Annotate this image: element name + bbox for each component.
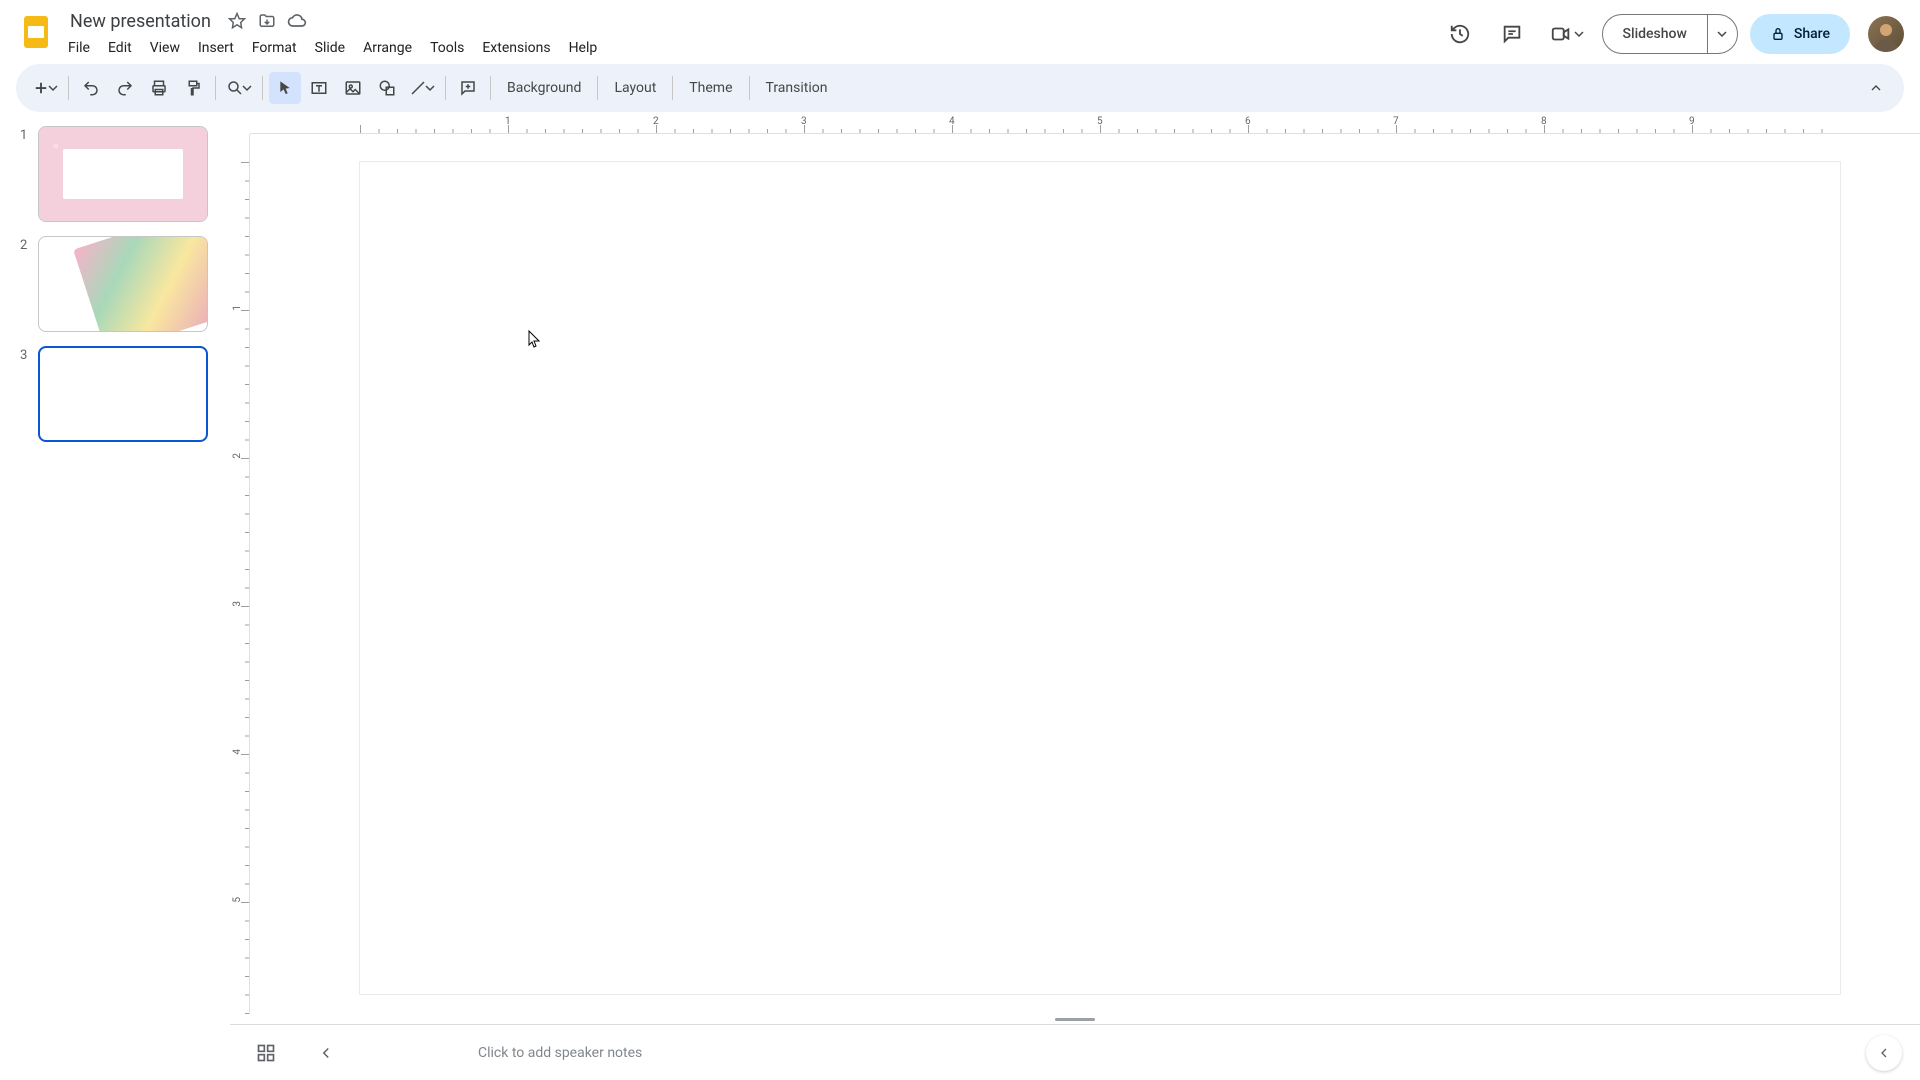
ruler-label: 5 — [1097, 116, 1103, 127]
slideshow-button[interactable]: Slideshow — [1603, 15, 1707, 53]
ruler-label: 2 — [232, 453, 243, 459]
collapse-filmstrip-button[interactable] — [308, 1035, 344, 1071]
comment-tool[interactable] — [452, 72, 484, 104]
collapse-toolbar-button[interactable] — [1860, 72, 1892, 104]
filmstrip[interactable]: 1 2 3 — [0, 114, 230, 1080]
separator — [597, 76, 598, 100]
shape-tool[interactable] — [371, 72, 403, 104]
share-button[interactable]: Share — [1750, 14, 1850, 54]
slide-thumbnail-row: 3 — [20, 346, 218, 442]
notes-bar: Click to add speaker notes — [230, 1024, 1920, 1080]
menu-bar: File Edit View Insert Format Slide Arran… — [60, 34, 1440, 62]
redo-button[interactable] — [109, 72, 141, 104]
account-avatar[interactable] — [1868, 16, 1904, 52]
ruler-label: 3 — [232, 601, 243, 607]
separator — [749, 76, 750, 100]
chevron-down-icon — [1574, 29, 1584, 39]
menu-help[interactable]: Help — [561, 36, 606, 60]
slide-number: 1 — [20, 126, 38, 143]
speaker-notes-input[interactable]: Click to add speaker notes — [478, 1045, 642, 1061]
slide-canvas[interactable] — [360, 162, 1840, 994]
menu-file[interactable]: File — [60, 36, 98, 60]
image-tool[interactable] — [337, 72, 369, 104]
slide-thumbnail-3[interactable] — [38, 346, 208, 442]
slide-number: 3 — [20, 346, 38, 363]
notes-resize-handle[interactable] — [230, 1014, 1920, 1024]
undo-button[interactable] — [75, 72, 107, 104]
slideshow-group: Slideshow — [1602, 14, 1738, 54]
menu-tools[interactable]: Tools — [422, 36, 472, 60]
slide-thumbnail-row: 2 — [20, 236, 218, 332]
separator — [262, 76, 263, 100]
chevron-down-icon — [48, 83, 58, 93]
select-tool[interactable] — [269, 72, 301, 104]
zoom-button[interactable] — [222, 72, 256, 104]
cloud-status-icon[interactable] — [287, 11, 307, 31]
header: New presentation File Edit View Insert F… — [0, 0, 1920, 64]
paint-format-button[interactable] — [177, 72, 209, 104]
body: 1 2 3 1 2 3 4 5 6 7 — [0, 114, 1920, 1080]
ruler-label: 3 — [801, 116, 807, 127]
share-label: Share — [1794, 26, 1830, 42]
separator — [672, 76, 673, 100]
chevron-down-icon — [425, 83, 435, 93]
explore-button[interactable] — [1866, 1035, 1902, 1071]
chevron-down-icon — [1717, 29, 1727, 39]
lock-icon — [1770, 26, 1786, 42]
toolbar: Background Layout Theme Transition — [16, 64, 1904, 112]
transition-button[interactable]: Transition — [756, 74, 838, 102]
ruler-label: 6 — [1245, 116, 1251, 127]
horizontal-ruler[interactable]: 1 2 3 4 5 6 7 8 9 — [250, 114, 1920, 134]
slide-thumbnail-row: 1 — [20, 126, 218, 222]
line-tool[interactable] — [405, 72, 439, 104]
menu-format[interactable]: Format — [244, 36, 305, 60]
app-logo-icon[interactable] — [16, 12, 56, 52]
theme-button[interactable]: Theme — [679, 74, 742, 102]
header-right: Slideshow Share — [1440, 14, 1904, 54]
move-icon[interactable] — [257, 11, 277, 31]
star-icon[interactable] — [227, 11, 247, 31]
ruler-label: 7 — [1393, 116, 1399, 127]
meet-button[interactable] — [1544, 14, 1590, 54]
canvas-area[interactable] — [250, 134, 1920, 1014]
separator — [490, 76, 491, 100]
ruler-label: 9 — [1689, 116, 1695, 127]
title-area: New presentation File Edit View Insert F… — [64, 8, 1440, 62]
separator — [68, 76, 69, 100]
slide-thumbnail-1[interactable] — [38, 126, 208, 222]
ruler-label: 4 — [232, 749, 243, 755]
ruler-label: 5 — [232, 897, 243, 903]
background-button[interactable]: Background — [497, 74, 591, 102]
textbox-tool[interactable] — [303, 72, 335, 104]
menu-edit[interactable]: Edit — [100, 36, 140, 60]
ruler-label: 2 — [653, 116, 659, 127]
menu-extensions[interactable]: Extensions — [474, 36, 558, 60]
menu-arrange[interactable]: Arrange — [355, 36, 420, 60]
ruler-label: 1 — [505, 116, 511, 127]
separator — [215, 76, 216, 100]
slide-number: 2 — [20, 236, 38, 253]
print-button[interactable] — [143, 72, 175, 104]
menu-slide[interactable]: Slide — [307, 36, 353, 60]
comments-icon[interactable] — [1492, 14, 1532, 54]
document-title[interactable]: New presentation — [64, 9, 217, 34]
menu-insert[interactable]: Insert — [190, 36, 242, 60]
layout-button[interactable]: Layout — [604, 74, 666, 102]
ruler-label: 1 — [232, 305, 243, 311]
grid-view-button[interactable] — [248, 1035, 284, 1071]
history-icon[interactable] — [1440, 14, 1480, 54]
ruler-label: 4 — [949, 116, 955, 127]
separator — [445, 76, 446, 100]
new-slide-button[interactable] — [28, 72, 62, 104]
menu-view[interactable]: View — [142, 36, 188, 60]
chevron-down-icon — [242, 83, 252, 93]
ruler-label: 8 — [1541, 116, 1547, 127]
vertical-ruler[interactable]: 1 2 3 4 5 — [230, 134, 250, 1014]
slide-thumbnail-2[interactable] — [38, 236, 208, 332]
editor: 1 2 3 4 5 6 7 8 9 1 2 3 4 5 — [230, 114, 1920, 1080]
slideshow-dropdown[interactable] — [1707, 15, 1737, 53]
